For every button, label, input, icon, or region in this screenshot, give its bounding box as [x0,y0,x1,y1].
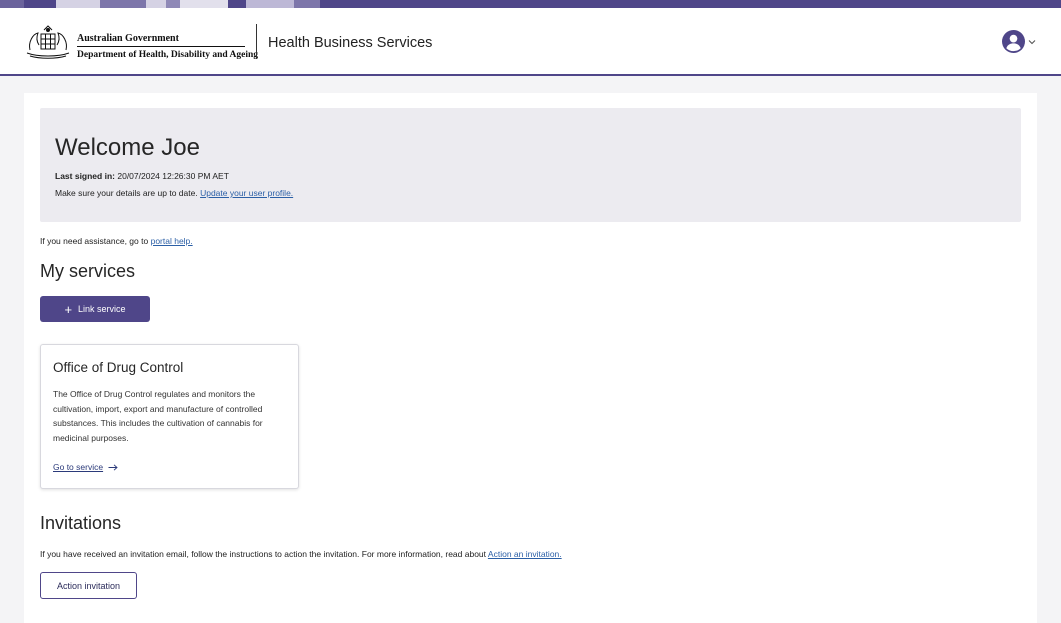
my-services-heading: My services [40,261,136,281]
go-to-service-label: Go to service [53,462,104,472]
action-invitation-button[interactable]: Action invitation [40,572,137,599]
details-text: Make sure your details are up to date. [55,188,198,198]
department-name: Department of Health, Disability and Age… [77,50,259,60]
help-notice: If you need assistance, go to portal hel… [40,236,193,246]
user-menu-button[interactable] [1002,30,1036,53]
site-header: Australian Government Department of Heal… [0,8,1061,76]
details-reminder: Make sure your details are up to date. U… [55,188,293,198]
help-text: If you need assistance, go to [40,236,149,246]
arrow-right-icon [108,463,118,471]
link-service-label: Link service [78,304,126,314]
link-service-button[interactable]: + Link service [40,296,150,322]
service-description: The Office of Drug Control regulates and… [53,389,263,443]
service-title: Office of Drug Control [53,360,184,375]
update-profile-link[interactable]: Update your user profile. [200,188,293,198]
chevron-down-icon [1028,39,1036,44]
coat-of-arms-icon [26,25,70,59]
app-title: Health Business Services [268,35,433,51]
portal-help-link[interactable]: portal help. [151,236,193,246]
user-circle-icon [1002,30,1025,53]
service-card: Office of Drug Control The Office of Dru… [40,344,299,489]
last-signed-label: Last signed in: [55,171,115,181]
welcome-heading: Welcome Joe [55,134,200,161]
top-accent-bar [0,0,1061,8]
last-signed-value: 20/07/2024 12:26:30 PM AET [117,171,229,181]
invitation-text: If you have received an invitation email… [40,549,487,559]
plus-icon: + [64,301,73,317]
main-content: Welcome Joe Last signed in: 20/07/2024 1… [24,93,1037,623]
last-signed-in: Last signed in: 20/07/2024 12:26:30 PM A… [55,171,229,181]
invitation-notice: If you have received an invitation email… [40,549,562,559]
welcome-panel: Welcome Joe Last signed in: 20/07/2024 1… [40,108,1021,222]
go-to-service-link[interactable]: Go to service [53,462,118,472]
header-divider [256,24,257,59]
invitations-heading: Invitations [40,513,122,533]
action-invitation-link[interactable]: Action an invitation. [488,549,562,559]
government-logo-text: Australian Government Department of Heal… [77,33,258,60]
gov-name: Australian Government [77,33,245,47]
